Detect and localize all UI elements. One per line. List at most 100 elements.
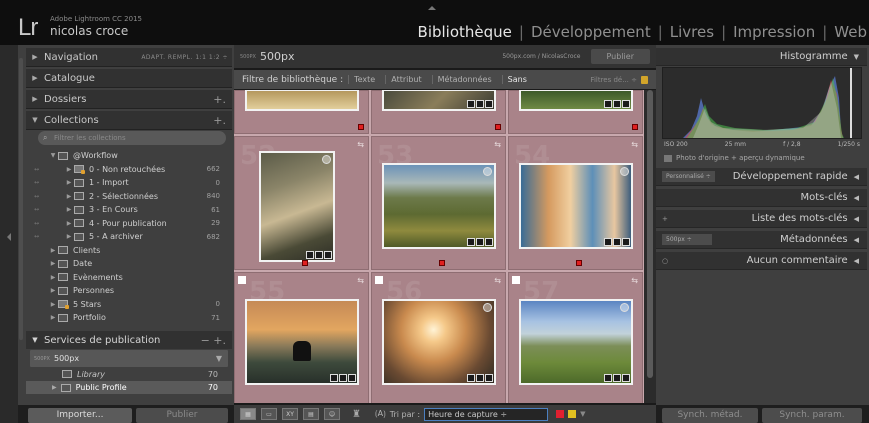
people-view-icon[interactable]: ☺ [324, 408, 340, 420]
painter-icon[interactable]: ♜ [352, 409, 361, 420]
flag-pick-icon[interactable] [238, 276, 246, 284]
loupe-view-icon[interactable]: ▭ [261, 408, 277, 420]
grid-cell[interactable]: 52 ⇆ [234, 136, 369, 270]
collection-row[interactable]: ↔ ▶ 0 - Non retouchées 662 [26, 163, 230, 176]
compare-view-icon[interactable]: XY [282, 408, 298, 420]
grid-cell[interactable] [371, 90, 506, 134]
expand-icon[interactable]: ▶ [48, 314, 58, 321]
panel-comments[interactable]: ○ Aucun commentaire ◀ [656, 252, 867, 270]
publish-collection-library[interactable]: Library 70 [26, 368, 232, 380]
flag-pick-icon[interactable] [512, 276, 520, 284]
expand-icon[interactable]: ▶ [48, 274, 58, 281]
filter-metadata[interactable]: Métadonnées [431, 75, 497, 84]
photo-thumbnail[interactable] [384, 301, 494, 383]
sync-icon[interactable]: ⇆ [631, 140, 638, 149]
collection-search-input[interactable]: ⌕ Filtrer les collections [38, 131, 226, 145]
grid-cell[interactable] [234, 90, 369, 134]
panel-collections[interactable]: ▼ Collections +. [26, 111, 232, 130]
service-menu-icon[interactable]: ▼ [216, 354, 222, 363]
expand-icon[interactable]: ▶ [48, 287, 58, 294]
expand-icon[interactable]: ▶ [64, 206, 74, 213]
add-folder-icon[interactable]: +. [213, 93, 226, 106]
filter-none[interactable]: Sans [501, 75, 532, 84]
original-preview-toggle[interactable]: Photo d'origine + aperçu dynamique [664, 154, 805, 162]
module-livres[interactable]: Livres [663, 23, 721, 41]
collection-row[interactable]: ↔ ▶ 1 - Import 0 [26, 176, 230, 189]
expand-icon[interactable]: ▶ [64, 166, 74, 173]
expand-icon[interactable]: ▶ [48, 301, 58, 308]
add-keyword-icon[interactable]: + [662, 215, 668, 223]
panel-quick-develop[interactable]: Personnalisé ÷ Développement rapide ◀ [656, 168, 867, 186]
collection-row[interactable]: ▶ Personnes [26, 284, 230, 297]
module-developpement[interactable]: Développement [524, 23, 658, 41]
service-url[interactable]: 500px.com / NicolasCroce [502, 53, 580, 60]
collection-row[interactable]: ▶ Portfolio 71 [26, 311, 230, 324]
quick-develop-preset-select[interactable]: Personnalisé ÷ [662, 171, 715, 182]
expand-icon[interactable]: ▶ [64, 179, 74, 186]
collection-row[interactable]: ↔ ▶ 2 - Sélectionnées 840 [26, 190, 230, 203]
add-service-icon[interactable]: − +. [201, 334, 226, 347]
photo-thumbnail[interactable] [521, 301, 631, 383]
photo-thumbnail[interactable] [247, 91, 357, 109]
import-button[interactable]: Importer... [28, 408, 132, 423]
color-label-yellow[interactable] [568, 410, 577, 418]
collection-row[interactable]: ▶ 5 Stars 0 [26, 298, 230, 311]
scrollbar-thumb[interactable] [647, 90, 653, 378]
module-bibliotheque[interactable]: Bibliothèque [411, 23, 519, 41]
header-publish-button[interactable]: Publier [590, 49, 650, 64]
filter-attribute[interactable]: Attribut [385, 75, 426, 84]
sync-metadata-button[interactable]: Synch. métad. [662, 408, 758, 423]
checkbox[interactable] [664, 154, 672, 162]
collection-row[interactable]: ▼ @Workflow [26, 149, 230, 162]
expand-icon[interactable]: ▶ [64, 220, 74, 227]
grid-cell[interactable] [508, 90, 643, 134]
sync-icon[interactable]: ⇆ [631, 276, 638, 285]
grid-view-icon[interactable]: ▦ [240, 408, 256, 420]
sync-icon[interactable]: ⇆ [494, 276, 501, 285]
expand-icon[interactable]: ▶ [48, 247, 58, 254]
sort-select[interactable]: Heure de capture ÷ [424, 407, 549, 421]
grid-cell[interactable]: 57 ⇆ [508, 272, 643, 403]
collection-row[interactable]: ▶ Evènements [26, 271, 230, 284]
expand-icon[interactable]: ▶ [48, 260, 58, 267]
filter-text[interactable]: Texte [348, 75, 380, 84]
publish-button[interactable]: Publier [136, 408, 228, 423]
collapse-icon[interactable]: ▼ [48, 152, 58, 159]
grid-cell[interactable]: 54 ⇆ [508, 136, 643, 270]
grid-cell[interactable]: 53 ⇆ [371, 136, 506, 270]
photo-thumbnail[interactable] [384, 165, 494, 247]
lock-icon[interactable] [641, 75, 648, 84]
panel-navigation[interactable]: ▶ Navigation ADAPT. REMPL. 1:1 1:2 ÷ [26, 48, 232, 67]
photo-thumbnail[interactable] [261, 153, 333, 260]
collapse-left-arrow-icon[interactable] [7, 233, 11, 241]
publish-collection-public-profile[interactable]: ▶ Public Profile 70 [26, 381, 232, 394]
sync-icon[interactable]: ⇆ [357, 276, 364, 285]
grid-cell[interactable]: 55 ⇆ [234, 272, 369, 403]
publish-service-500px[interactable]: 500PX 500px ▼ [30, 350, 228, 367]
survey-view-icon[interactable]: ▤ [303, 408, 319, 420]
panel-publish-services[interactable]: ▼ Services de publication − +. [26, 331, 232, 349]
panel-keyword-list[interactable]: + Liste des mots-clés ◀ [656, 210, 867, 228]
quick-collection-icon[interactable] [620, 167, 629, 176]
collapse-top-arrow-icon[interactable] [428, 6, 436, 10]
photo-thumbnail[interactable] [384, 91, 494, 109]
quick-collection-icon[interactable] [620, 303, 629, 312]
grid-scrollbar[interactable] [644, 90, 656, 403]
module-web[interactable]: Web [827, 23, 867, 41]
panel-dossiers[interactable]: ▶ Dossiers +. [26, 90, 232, 109]
photo-thumbnail[interactable] [521, 91, 631, 109]
collection-row[interactable]: ↔ ▶ 5 - A archiver 682 [26, 230, 230, 243]
module-impression[interactable]: Impression [726, 23, 822, 41]
panel-histogram[interactable]: Histogramme ▼ [656, 48, 867, 66]
left-panel-scrollbar[interactable] [19, 58, 23, 340]
expand-icon[interactable]: ▶ [64, 193, 74, 200]
flag-pick-icon[interactable] [375, 276, 383, 284]
navigation-zoom-options[interactable]: ADAPT. REMPL. 1:1 1:2 ÷ [141, 54, 228, 61]
collection-row[interactable]: ▶ Date [26, 257, 230, 270]
panel-keywords[interactable]: Mots-clés ◀ [656, 189, 867, 207]
color-label-red[interactable] [556, 410, 565, 418]
panel-catalogue[interactable]: ▶ Catalogue [26, 69, 232, 88]
collection-row[interactable]: ↔ ▶ 4 - Pour publication 29 [26, 217, 230, 230]
panel-metadata[interactable]: 500px ÷ Métadonnées ◀ [656, 231, 867, 249]
sync-settings-button[interactable]: Synch. param. [762, 408, 862, 423]
